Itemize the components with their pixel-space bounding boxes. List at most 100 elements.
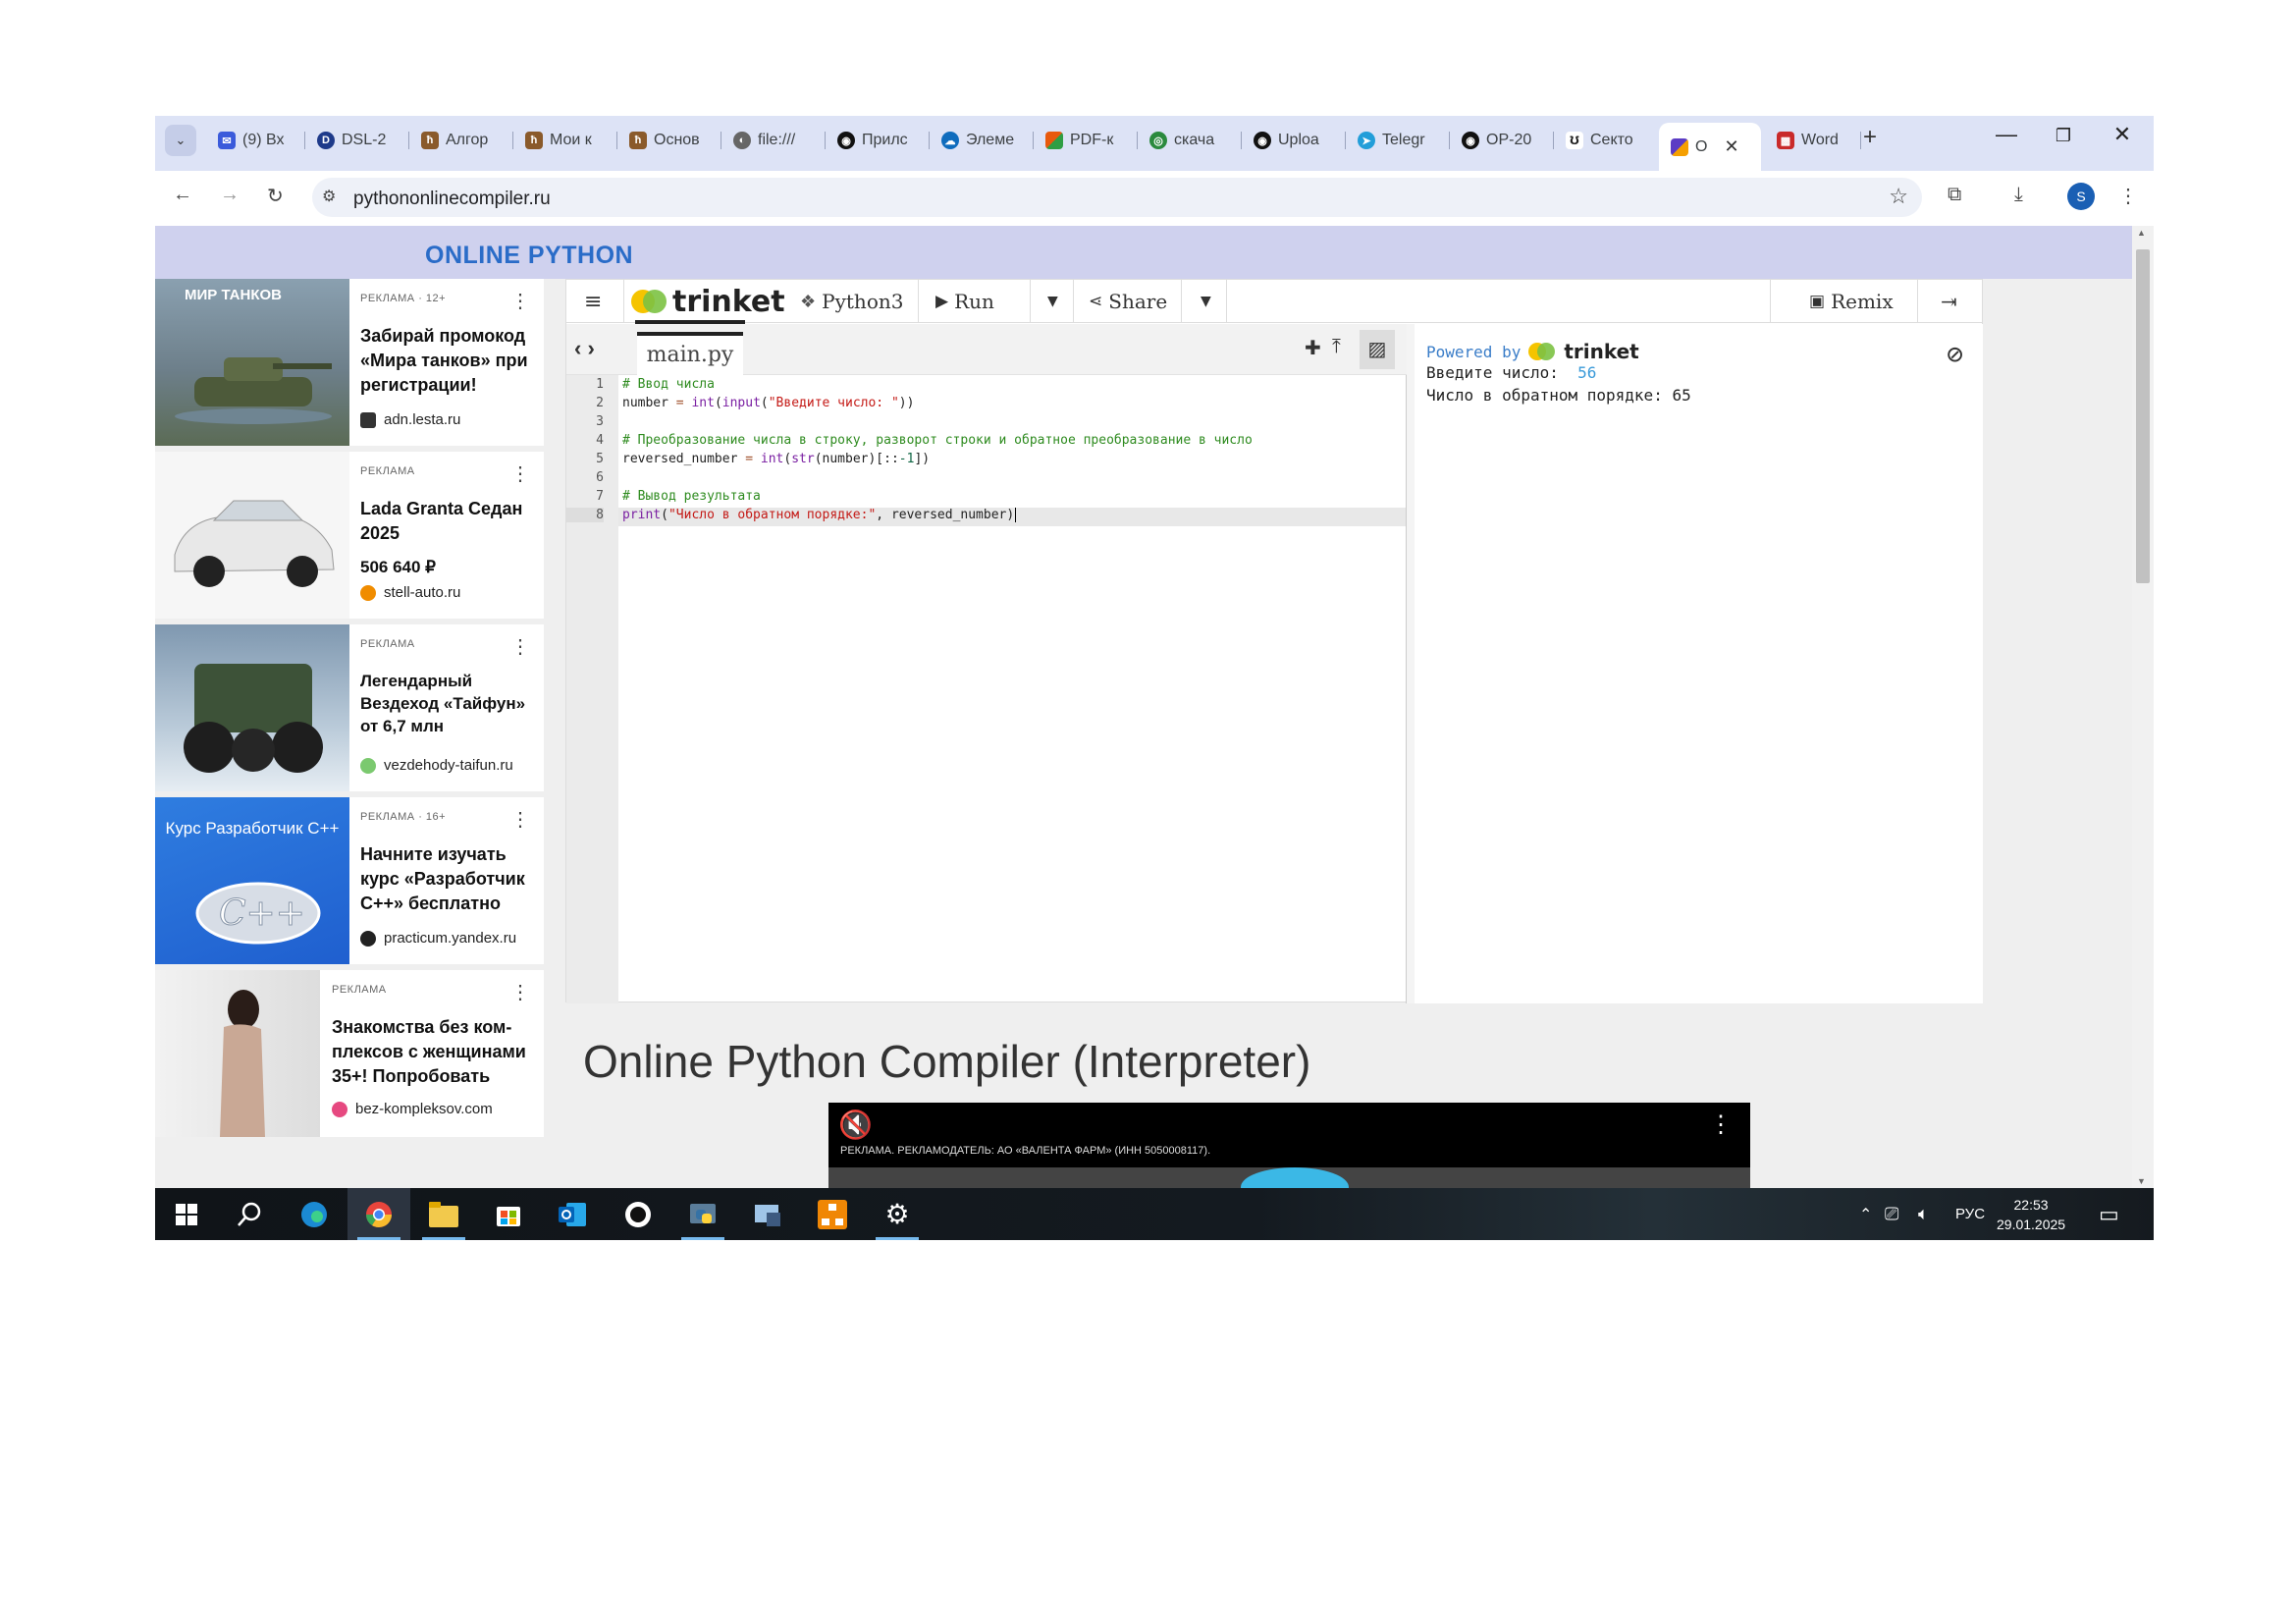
reload-icon[interactable]: ↻ [267,184,284,208]
close-tab-icon[interactable]: ✕ [1724,136,1738,157]
language-selector[interactable]: ❖ Python3 [800,280,903,323]
back-icon[interactable]: ← [173,184,192,206]
search-button[interactable] [218,1188,281,1240]
network-icon[interactable]: ⎚ [1885,1188,1898,1240]
volume-icon[interactable]: 🔈︎ [1918,1188,1929,1240]
tab-pdf[interactable]: PDF-к [1034,123,1138,158]
taskbar-store[interactable] [477,1188,540,1240]
code-line[interactable]: # Преобразование числа в строку, разворо… [622,433,1253,448]
tab-active-python[interactable]: О ✕ [1659,123,1761,171]
tab-download[interactable]: ◎ скача [1138,123,1242,158]
taskbar-drawio[interactable] [801,1188,864,1240]
tab-onedrive[interactable]: ☁ Элеме [930,123,1034,158]
ad-image-course[interactable]: Курс Разработчик C++ C++ [155,797,349,964]
tab-telegram[interactable]: ➤ Telegr [1346,123,1450,158]
tab-github-2[interactable]: ◉ Uploa [1242,123,1346,158]
output-console[interactable]: Powered by trinket Введите число: 56 Чис… [1415,324,1983,1003]
code-area[interactable]: # Ввод числа number = int(input("Введите… [618,375,1406,1003]
add-file-icon[interactable]: ✚ [1305,336,1321,360]
bookmark-star-icon[interactable]: ☆ [1889,184,1908,209]
tab-sector[interactable]: ʊ Секто [1554,123,1658,158]
site-title[interactable]: ONLINE PYTHON [425,242,633,270]
minimize-button[interactable]: — [1987,122,2026,147]
extensions-icon[interactable]: ⧉ [1948,184,1961,206]
code-line[interactable]: reversed_number = int(str(number)[::-1]) [622,452,930,466]
taskbar-explorer[interactable] [412,1188,475,1240]
tab-search-button[interactable]: ⌄ [165,125,196,156]
new-tab-button[interactable]: + [1863,124,1877,151]
ad-title[interactable]: Легендарный Вездеход «Тайфун» от 6,7 млн [360,670,537,737]
taskbar-outlook[interactable] [542,1188,605,1240]
taskbar-chrome[interactable] [347,1188,410,1240]
ad-image-person[interactable] [155,970,320,1137]
close-window-button[interactable]: ✕ [2103,122,2142,147]
notifications-icon[interactable]: ▭ [2099,1188,2119,1240]
ad-menu-icon[interactable]: ⋮ [510,634,530,659]
taskbar-app[interactable] [736,1188,799,1240]
ad-image-tank[interactable]: МИР ТАНКОВ [155,279,349,446]
image-library-icon[interactable]: ▨ [1360,330,1395,369]
share-button[interactable]: ⋖ Share [1089,280,1167,323]
hamburger-menu-icon[interactable]: ≡ [584,280,602,323]
menu-kebab-icon[interactable]: ⋮ [2118,184,2138,208]
forward-icon[interactable]: → [220,184,240,206]
ad-image-car[interactable] [155,452,349,619]
share-options-dropdown-icon[interactable]: ▼ [1201,280,1211,323]
ad-domain[interactable]: practicum.yandex.ru [360,930,516,947]
pane-splitter[interactable] [1407,324,1415,1003]
powered-by[interactable]: Powered by trinket [1426,340,1639,363]
ad-card[interactable]: РЕКЛАМА ⋮ Легендарный Вездеход «Тайфун» … [155,624,544,791]
start-button[interactable] [155,1188,218,1240]
ad-card[interactable]: Курс Разработчик C++ C++ РЕКЛАМА · 16+ ⋮… [155,797,544,964]
code-line[interactable]: number = int(input("Введите число: ")) [622,396,914,410]
taskbar-edge[interactable] [283,1188,346,1240]
video-menu-icon[interactable]: ⋮ [1709,1110,1733,1139]
ad-domain[interactable]: adn.lesta.ru [360,411,460,428]
muted-speaker-icon[interactable]: 🔇 [838,1109,873,1141]
ad-card[interactable]: МИР ТАНКОВ РЕКЛАМА · 12+ ⋮ Забирай промо… [155,279,544,446]
url-text[interactable]: pythononlinecompiler.ru [353,189,551,210]
code-line[interactable]: print("Число в обратном порядке:", rever… [622,508,1017,522]
code-line[interactable]: # Вывод результата [622,489,761,504]
tab-word[interactable]: ▩ Word [1765,123,1861,158]
ad-domain[interactable]: vezdehody-taifun.ru [360,757,513,774]
ad-title[interactable]: Lada Granta Седан 2025 [360,497,537,546]
page-scrollbar[interactable]: ▲ ▼ [2132,226,2154,1188]
ad-menu-icon[interactable]: ⋮ [510,807,530,832]
video-ad[interactable]: 🔇 РЕКЛАМА. РЕКЛАМОДАТЕЛЬ: АО «ВАЛЕНТА ФА… [828,1103,1750,1188]
site-info-icon[interactable]: ⚙ [322,187,336,206]
clear-output-icon[interactable]: ⊘ [1947,338,1963,370]
tab-algor[interactable]: ћ Алгор [409,123,513,158]
tray-overflow-icon[interactable]: ⌃ [1859,1188,1872,1240]
toggle-tabs-icon[interactable]: ‹ › [574,336,595,361]
tab-mail[interactable]: ✉ (9) Вх [206,123,305,158]
profile-avatar[interactable]: S [2067,183,2095,210]
ad-image-vehicle[interactable] [155,624,349,791]
scroll-up-icon[interactable]: ▲ [2137,228,2146,238]
input-language[interactable]: РУС [1955,1188,1985,1240]
tab-file[interactable]: ◐ file:/// [721,123,826,158]
remix-button[interactable]: ▣ Remix [1809,280,1894,323]
scroll-down-icon[interactable]: ▼ [2137,1176,2146,1186]
clock[interactable]: 22:53 29.01.2025 [1997,1188,2065,1240]
ad-menu-icon[interactable]: ⋮ [510,289,530,313]
ad-menu-icon[interactable]: ⋮ [510,980,530,1004]
run-button[interactable]: ▶ Run [935,280,994,323]
tab-github-1[interactable]: ◉ Прилс [826,123,930,158]
login-icon[interactable]: ⇥ [1941,280,1957,323]
tab-dsl[interactable]: D DSL-2 [305,123,409,158]
code-line[interactable]: # Ввод числа [622,377,715,392]
ad-domain[interactable]: bez-kompleksov.com [332,1101,493,1117]
upload-icon[interactable]: ⤒ [1332,336,1341,358]
taskbar-python[interactable] [671,1188,734,1240]
restore-button[interactable]: ❐ [2044,126,2083,146]
ad-domain[interactable]: stell-auto.ru [360,584,460,601]
tab-osnov[interactable]: ћ Основ [617,123,721,158]
file-tab-main[interactable]: main.py [637,332,743,375]
ad-title[interactable]: Начните изучать курс «Разработчик C++» б… [360,842,537,916]
ad-title[interactable]: Забирай промокод «Мира танков» при регис… [360,324,537,398]
ad-menu-icon[interactable]: ⋮ [510,461,530,486]
run-options-dropdown-icon[interactable]: ▼ [1047,280,1058,323]
ad-card[interactable]: РЕКЛАМА ⋮ Lada Granta Седан 2025 506 640… [155,452,544,619]
tab-moi[interactable]: ћ Мои к [513,123,617,158]
